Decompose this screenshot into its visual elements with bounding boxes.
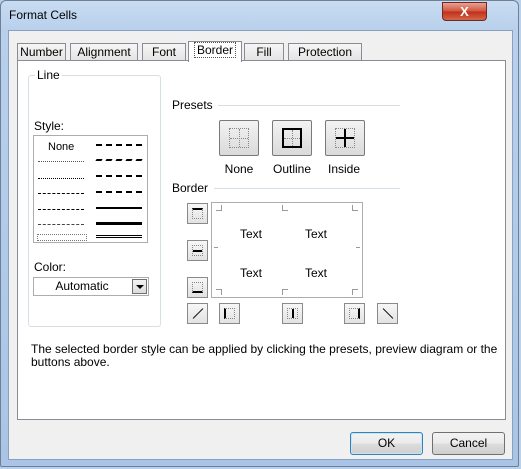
preset-inside-icon [335, 128, 355, 148]
presets-group-label: Presets [170, 98, 215, 112]
preset-outline-icon [282, 128, 302, 148]
preset-inside-button[interactable] [325, 120, 365, 156]
line-style-slanted-dash-dot[interactable] [95, 159, 143, 161]
preset-outline-button[interactable] [272, 120, 312, 156]
preview-text: Text [240, 266, 263, 280]
color-label: Color: [34, 260, 67, 274]
description-text: The selected border style can be applied… [31, 342, 498, 369]
border-diagonal-down-button[interactable] [377, 303, 398, 324]
border-top-icon [192, 208, 203, 219]
border-left-button[interactable] [219, 303, 240, 324]
preview-corner-mark [216, 205, 222, 211]
preview-text: Text [305, 227, 328, 241]
chevron-down-icon[interactable] [132, 279, 147, 294]
ok-button[interactable]: OK [350, 432, 423, 455]
tab-label: Number [20, 45, 63, 59]
color-dropdown[interactable]: Automatic [33, 277, 149, 296]
line-style-dashed[interactable] [38, 224, 84, 225]
border-bottom-button[interactable] [187, 277, 208, 298]
preset-none-label: None [224, 162, 254, 176]
line-style-medium-dash-dot-dot[interactable] [96, 144, 142, 146]
line-style-none[interactable]: None [48, 141, 74, 153]
border-inside-vertical-icon [287, 308, 298, 319]
border-right-button[interactable] [344, 303, 365, 324]
format-cells-dialog: Format Cells X Number Alignment Font Bor… [0, 0, 519, 467]
preview-corner-mark [216, 289, 222, 295]
cancel-button[interactable]: Cancel [432, 432, 505, 455]
preset-none-button[interactable] [219, 120, 259, 156]
line-style-list[interactable]: None [33, 135, 148, 243]
tab-protection[interactable]: Protection [288, 43, 362, 61]
border-middle-vertical-button[interactable] [282, 303, 303, 324]
line-style-dotted[interactable] [38, 178, 84, 179]
dialog-client-area: Number Alignment Font Border Fill Protec… [8, 30, 513, 460]
diagonal-down-icon [382, 308, 394, 319]
preview-corner-mark [214, 247, 218, 248]
tab-number[interactable]: Number [17, 43, 66, 61]
tab-label: Alignment [77, 45, 131, 59]
tab-font[interactable]: Font [142, 43, 186, 61]
tab-label: Font [151, 45, 176, 59]
close-button[interactable]: X [442, 2, 487, 21]
border-middle-horizontal-button[interactable] [187, 240, 208, 261]
line-style-thin-selected[interactable] [37, 234, 87, 241]
border-top-button[interactable] [187, 203, 208, 224]
tab-border[interactable]: Border [188, 41, 242, 62]
border-bottom-icon [192, 282, 203, 293]
tab-alignment[interactable]: Alignment [70, 43, 138, 61]
line-style-dash-dot-dot[interactable] [38, 193, 84, 194]
line-style-double[interactable] [96, 235, 142, 238]
line-style-medium-dashed[interactable] [96, 191, 142, 193]
preset-none-icon [229, 128, 249, 148]
dialog-title: Format Cells [9, 8, 78, 22]
preview-text: Text [240, 227, 263, 241]
line-style-thick[interactable] [96, 222, 142, 225]
border-group-label: Border [170, 181, 211, 195]
border-tab-panel: Line Style: None Color: Automatic Preset… [17, 60, 506, 420]
border-inside-horizontal-icon [192, 245, 203, 256]
line-style-dash-dot[interactable] [38, 209, 84, 210]
tab-fill[interactable]: Fill [244, 43, 284, 61]
border-divider [214, 188, 400, 189]
tab-label: Fill [256, 45, 272, 59]
preview-text: Text [305, 266, 328, 280]
line-style-medium-dash-dot[interactable] [96, 175, 142, 177]
style-label: Style: [34, 119, 65, 133]
preview-corner-mark [352, 289, 358, 295]
preview-corner-mark [356, 247, 360, 248]
preset-inside-label: Inside [327, 162, 361, 176]
presets-divider [218, 105, 400, 106]
tab-label: Border [193, 42, 237, 58]
line-group-label: Line [35, 68, 62, 82]
color-value: Automatic [55, 279, 109, 293]
line-style-hair[interactable] [38, 161, 84, 162]
border-diagonal-up-button[interactable] [187, 303, 208, 324]
title-bar[interactable]: Format Cells X [1, 1, 518, 31]
border-right-icon [349, 308, 360, 319]
preset-outline-label: Outline [272, 162, 312, 176]
diagonal-up-icon [192, 308, 204, 319]
border-left-icon [224, 308, 235, 319]
preview-corner-mark [282, 205, 288, 211]
close-icon: X [460, 4, 469, 19]
tab-label: Protection [297, 45, 353, 59]
border-preview[interactable]: Text Text Text Text [211, 202, 363, 298]
preview-corner-mark [282, 289, 288, 295]
preview-corner-mark [352, 205, 358, 211]
line-style-medium[interactable] [96, 207, 142, 209]
